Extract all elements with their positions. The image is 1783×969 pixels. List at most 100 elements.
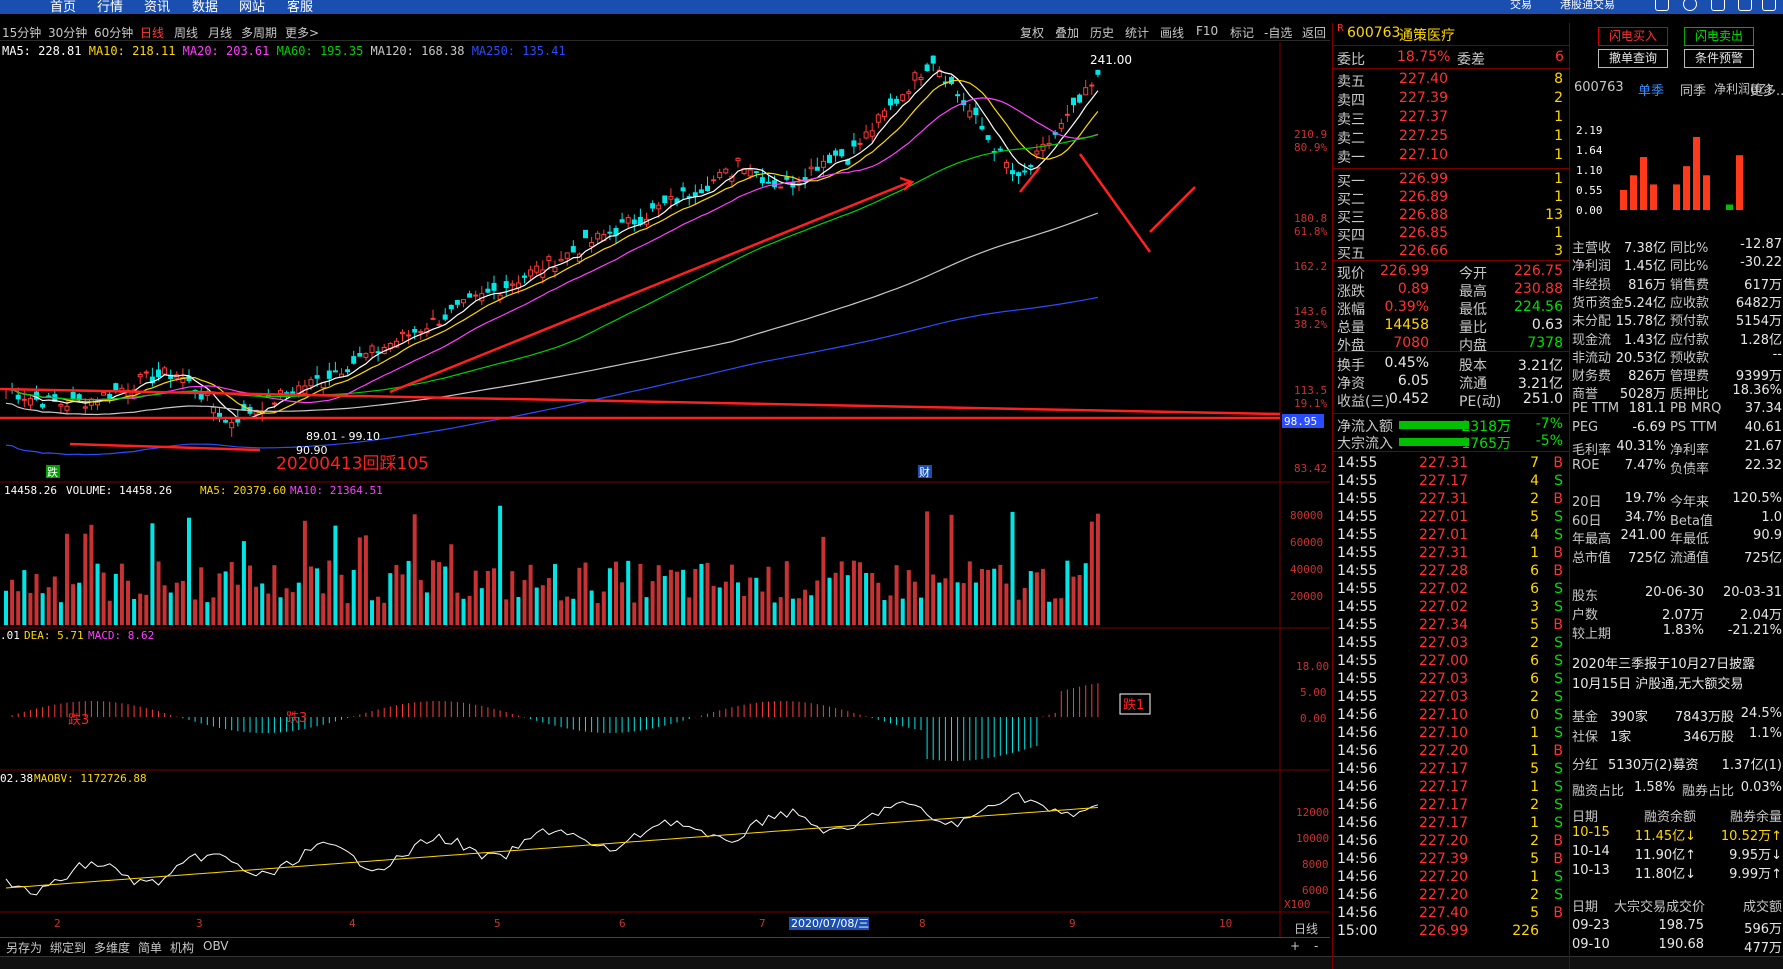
tool-remove-watchlist[interactable]: -自选 <box>1264 24 1292 41</box>
period-monthly[interactable]: 月线 <box>208 24 232 41</box>
price-tick: 210.9 <box>1294 128 1327 141</box>
multi-dim-button[interactable]: 多维度 <box>94 939 130 956</box>
flash-buy-button[interactable]: 闪电买入 <box>1598 27 1668 46</box>
tool-overlay[interactable]: 叠加 <box>1055 24 1079 41</box>
order-query-button[interactable]: 撤单查询 <box>1598 49 1668 68</box>
period-60min[interactable]: 60分钟 <box>94 24 133 41</box>
volume-bar <box>711 585 716 625</box>
period-multi[interactable]: 多周期 <box>241 24 277 41</box>
fin-cell: 预付款 <box>1670 314 1710 330</box>
volume-bar <box>174 582 179 625</box>
volume-bar <box>16 591 21 625</box>
nav-website[interactable]: 网站 <box>239 0 265 15</box>
zoom-in-button[interactable]: + <box>1290 939 1300 953</box>
tool-draw[interactable]: 画线 <box>1160 24 1184 41</box>
candle-body <box>1022 170 1028 173</box>
volume-bar <box>126 580 130 625</box>
period-30min[interactable]: 30分钟 <box>48 24 87 41</box>
vol-legend-ma10: MA10: 21364.51 <box>290 484 383 497</box>
ask-volume: 8 <box>1554 71 1563 87</box>
tool-fuquan[interactable]: 复权 <box>1020 24 1044 41</box>
nav-service[interactable]: 客服 <box>287 0 313 15</box>
tool-f10[interactable]: F10 <box>1196 24 1218 38</box>
obv-tab[interactable]: OBV <box>203 939 229 953</box>
volume-bar <box>52 576 57 625</box>
tick-price: 227.20 <box>1419 887 1468 903</box>
candle-body <box>137 374 143 378</box>
tick-time: 14:56 <box>1337 725 1378 741</box>
macd-tick: 0.00 <box>1300 712 1327 725</box>
nav-home[interactable]: 首页 <box>50 0 76 15</box>
kline-chart[interactable]: 210.9 80.9% 180.8 61.8% 162.2 143.6 38.2… <box>0 42 1330 937</box>
nav-news[interactable]: 资讯 <box>144 0 170 15</box>
simple-button[interactable]: 简单 <box>138 939 162 956</box>
stat-row: 涨幅 0.39% 最低 224.56 <box>1337 299 1565 318</box>
period-15min[interactable]: 15分钟 <box>2 24 41 41</box>
close-icon[interactable] <box>1762 0 1776 11</box>
nav-data[interactable]: 数据 <box>192 0 218 15</box>
fin-cell: -30.22 <box>1740 255 1782 271</box>
tool-back[interactable]: 返回 <box>1302 24 1326 41</box>
institution-button[interactable]: 机构 <box>170 939 194 956</box>
grid-icon[interactable] <box>1655 0 1669 11</box>
tick-side: S <box>1554 653 1563 669</box>
save-as-button[interactable]: 另存为 <box>6 939 42 956</box>
theme-icon[interactable] <box>1711 0 1725 11</box>
volume-bar <box>388 573 393 625</box>
bind-to-button[interactable]: 绑定到 <box>50 939 86 956</box>
nav-market[interactable]: 行情 <box>97 0 123 15</box>
candle-body <box>552 267 558 272</box>
tick-volume: 7 <box>1530 455 1539 471</box>
fin-cell: 725亿 <box>1628 550 1666 566</box>
tick-volume: 5 <box>1530 509 1539 525</box>
tab-more[interactable]: 更多.. <box>1750 80 1783 99</box>
tab-same-quarter[interactable]: 同季 <box>1680 80 1706 99</box>
alert-button[interactable]: 条件预警 <box>1684 49 1754 68</box>
flow-bar <box>1399 421 1469 429</box>
tick-row: 14:56 227.20 1 B <box>1337 743 1565 761</box>
fin-cell: 日期 <box>1572 900 1599 915</box>
nav-trade[interactable]: 交易 <box>1510 0 1532 12</box>
top-navigation-bar: 首页 行情 资讯 数据 网站 客服 交易 港股通交易 <box>0 0 1783 15</box>
obv-lines <box>5 792 1099 896</box>
volume-bar <box>845 575 850 625</box>
period-more[interactable]: 更多> <box>285 24 319 41</box>
tick-volume: 226 <box>1512 923 1539 939</box>
tick-volume: 2 <box>1530 797 1539 813</box>
flash-sell-button[interactable]: 闪电卖出 <box>1684 27 1754 46</box>
tick-volume: 5 <box>1530 617 1539 633</box>
tool-stats[interactable]: 统计 <box>1125 24 1149 41</box>
candle-body <box>534 265 540 273</box>
tool-history[interactable]: 历史 <box>1090 24 1114 41</box>
fin-cell: 流通值 <box>1670 550 1710 566</box>
zoom-out-button[interactable]: - <box>1314 939 1318 953</box>
fin-cell: 融资占比 <box>1572 784 1625 799</box>
fin-cell: 同比% <box>1670 259 1709 275</box>
tool-mark[interactable]: 标记 <box>1230 24 1254 41</box>
tick-price: 227.03 <box>1419 671 1468 687</box>
weibi-row: 委比 18.75% 委差 6 <box>1337 49 1564 68</box>
high-label: 241.00 <box>1090 53 1132 67</box>
nav-hk-trade[interactable]: 港股通交易 <box>1560 0 1615 12</box>
volume-bar <box>229 561 234 625</box>
bid-row: 买五 226.66 3 <box>1337 243 1565 262</box>
volume-bar <box>973 582 978 625</box>
tab-single-quarter[interactable]: 单季 <box>1638 80 1664 99</box>
period-daily[interactable]: 日线 <box>140 24 164 41</box>
candle-body <box>375 351 381 354</box>
stat-value: 7378 <box>1527 335 1563 351</box>
volume-bar <box>565 596 570 625</box>
candle-body <box>1077 94 1083 103</box>
volume-bar <box>540 585 545 625</box>
fin-cell: 现金流 <box>1572 332 1612 348</box>
tick-time: 14:55 <box>1337 545 1378 561</box>
performance-row: 20日 19.7% 今年来 120.5% <box>1570 491 1783 510</box>
macd-legend-dif: .01 <box>0 629 20 642</box>
gear-icon[interactable] <box>1683 0 1697 11</box>
fin-cell: 20日 <box>1572 495 1602 510</box>
volume-bar <box>961 583 966 625</box>
period-weekly[interactable]: 周线 <box>174 24 198 41</box>
minimize-icon[interactable] <box>1738 0 1752 11</box>
period-label[interactable]: 日线 <box>1294 920 1318 937</box>
candle-body <box>546 256 552 261</box>
